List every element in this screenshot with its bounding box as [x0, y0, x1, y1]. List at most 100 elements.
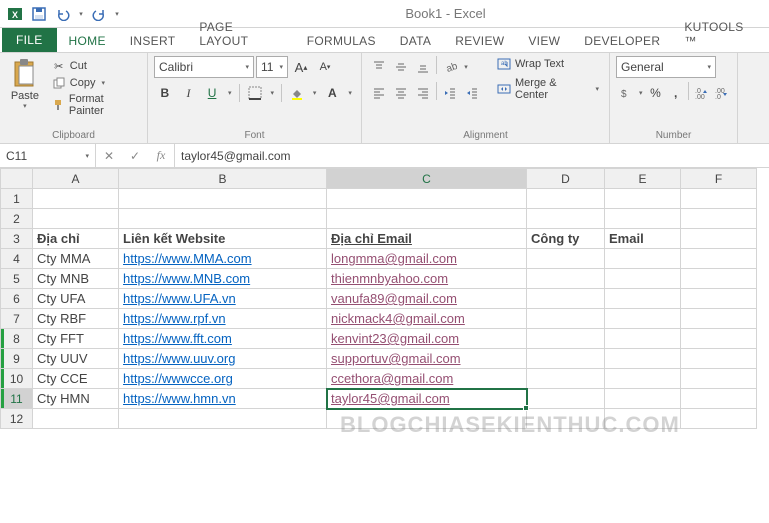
column-header-D[interactable]: D	[527, 169, 605, 189]
cell-A9[interactable]: Cty UUV	[33, 349, 119, 369]
decrease-decimal-button[interactable]: .00.0	[711, 82, 731, 104]
cell-D6[interactable]	[527, 289, 605, 309]
bold-button[interactable]: B	[154, 82, 176, 104]
cell-F3[interactable]	[681, 229, 757, 249]
cell-E1[interactable]	[605, 189, 681, 209]
name-box[interactable]: C11▾	[0, 144, 96, 167]
cell-A11[interactable]: Cty HMN	[33, 389, 119, 409]
accounting-format-button[interactable]: $	[616, 82, 636, 104]
qat-customize-icon[interactable]: ▾	[112, 3, 122, 25]
tab-data[interactable]: DATA	[388, 30, 443, 52]
cell-B5[interactable]: https://www.MNB.com	[119, 269, 327, 289]
cell-F9[interactable]	[681, 349, 757, 369]
align-middle-button[interactable]	[390, 56, 412, 78]
cell-B3[interactable]: Liên kết Website	[119, 229, 327, 249]
align-left-button[interactable]	[368, 82, 390, 104]
cell-C8[interactable]: kenvint23@gmail.com	[327, 329, 527, 349]
row-header-5[interactable]: 5	[1, 269, 33, 289]
shrink-font-button[interactable]: A▾	[314, 56, 336, 78]
row-header-2[interactable]: 2	[1, 209, 33, 229]
undo-dropdown[interactable]: ▾	[76, 3, 86, 25]
cell-E8[interactable]	[605, 329, 681, 349]
fill-color-dropdown[interactable]: ▾	[310, 82, 320, 104]
cell-E11[interactable]	[605, 389, 681, 409]
row-header-12[interactable]: 12	[1, 409, 33, 429]
cell-C3[interactable]: Địa chỉ Email	[327, 229, 527, 249]
excel-icon[interactable]: X	[4, 3, 26, 25]
cell-E6[interactable]	[605, 289, 681, 309]
cell-A2[interactable]	[33, 209, 119, 229]
cell-F5[interactable]	[681, 269, 757, 289]
cut-button[interactable]: ✂ Cut	[48, 58, 141, 74]
cell-D12[interactable]	[527, 409, 605, 429]
worksheet-grid[interactable]: ABCDEF123Địa chỉLiên kết WebsiteĐịa chỉ …	[0, 168, 769, 429]
increase-indent-button[interactable]	[461, 82, 483, 104]
row-header-4[interactable]: 4	[1, 249, 33, 269]
enter-formula-button[interactable]: ✓	[122, 144, 148, 167]
cell-A5[interactable]: Cty MNB	[33, 269, 119, 289]
cell-C10[interactable]: ccethora@gmail.com	[327, 369, 527, 389]
cell-D7[interactable]	[527, 309, 605, 329]
column-header-E[interactable]: E	[605, 169, 681, 189]
cell-C11[interactable]: taylor45@gmail.com	[327, 389, 527, 409]
cell-C2[interactable]	[327, 209, 527, 229]
cell-F8[interactable]	[681, 329, 757, 349]
underline-dropdown[interactable]: ▾	[225, 82, 235, 104]
tab-review[interactable]: REVIEW	[443, 30, 516, 52]
cell-D9[interactable]	[527, 349, 605, 369]
cell-B11[interactable]: https://www.hmn.vn	[119, 389, 327, 409]
tab-home[interactable]: HOME	[57, 30, 118, 52]
italic-button[interactable]: I	[178, 82, 200, 104]
row-header-6[interactable]: 6	[1, 289, 33, 309]
border-dropdown[interactable]: ▾	[267, 82, 277, 104]
redo-icon[interactable]	[88, 3, 110, 25]
increase-decimal-button[interactable]: .0.00	[691, 82, 711, 104]
comma-button[interactable]: ,	[666, 82, 686, 104]
cell-E3[interactable]: Email	[605, 229, 681, 249]
cell-F12[interactable]	[681, 409, 757, 429]
fill-color-button[interactable]	[286, 82, 308, 104]
row-header-3[interactable]: 3	[1, 229, 33, 249]
decrease-indent-button[interactable]	[439, 82, 461, 104]
align-right-button[interactable]	[412, 82, 434, 104]
cell-B1[interactable]	[119, 189, 327, 209]
font-color-dropdown[interactable]: ▾	[345, 82, 355, 104]
row-header-9[interactable]: 9	[1, 349, 33, 369]
orientation-dropdown[interactable]: ▾	[461, 56, 471, 78]
cell-B12[interactable]	[119, 409, 327, 429]
copy-button[interactable]: Copy ▾	[48, 75, 141, 91]
cell-C9[interactable]: supportuv@gmail.com	[327, 349, 527, 369]
tab-formulas[interactable]: FORMULAS	[295, 30, 388, 52]
row-header-8[interactable]: 8	[1, 329, 33, 349]
undo-icon[interactable]	[52, 3, 74, 25]
cell-B8[interactable]: https://www.fft.com	[119, 329, 327, 349]
fx-button[interactable]: fx	[148, 144, 174, 167]
underline-button[interactable]: U	[201, 82, 223, 104]
font-color-button[interactable]: A	[322, 82, 344, 104]
cell-D3[interactable]: Công ty	[527, 229, 605, 249]
cell-D5[interactable]	[527, 269, 605, 289]
format-painter-button[interactable]: Format Painter	[48, 92, 141, 118]
merge-center-button[interactable]: Merge & Center ▾	[493, 76, 603, 102]
font-name-combo[interactable]: Calibri▾	[154, 56, 254, 78]
cell-E7[interactable]	[605, 309, 681, 329]
align-top-button[interactable]	[368, 56, 390, 78]
cell-A3[interactable]: Địa chỉ	[33, 229, 119, 249]
cell-B2[interactable]	[119, 209, 327, 229]
number-format-combo[interactable]: General▾	[616, 56, 716, 78]
cell-B10[interactable]: https://wwwcce.org	[119, 369, 327, 389]
cell-A10[interactable]: Cty CCE	[33, 369, 119, 389]
grow-font-button[interactable]: A▴	[290, 56, 312, 78]
tab-page-layout[interactable]: PAGE LAYOUT	[187, 16, 294, 52]
tab-file[interactable]: FILE	[2, 28, 57, 52]
cell-F11[interactable]	[681, 389, 757, 409]
font-size-combo[interactable]: 11▾	[256, 56, 288, 78]
cell-D11[interactable]	[527, 389, 605, 409]
cell-E4[interactable]	[605, 249, 681, 269]
tab-insert[interactable]: INSERT	[118, 30, 188, 52]
column-header-C[interactable]: C	[327, 169, 527, 189]
cell-B7[interactable]: https://www.rpf.vn	[119, 309, 327, 329]
cell-A12[interactable]	[33, 409, 119, 429]
formula-input[interactable]: taylor45@gmail.com	[175, 144, 769, 167]
orientation-button[interactable]: ab	[439, 56, 461, 78]
